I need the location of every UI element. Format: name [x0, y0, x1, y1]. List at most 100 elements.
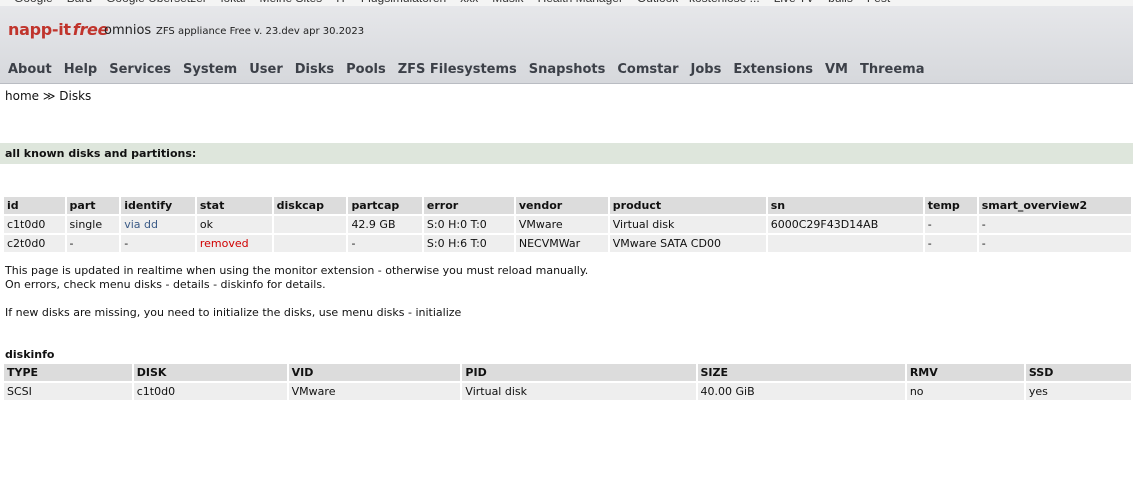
os-name: omnios: [104, 23, 152, 38]
nav-item-help[interactable]: Help: [64, 62, 97, 82]
diskinfo-cell-rmv: no: [906, 383, 1024, 400]
nav-item-zfs-filesystems[interactable]: ZFS Filesystems: [398, 62, 517, 82]
diskinfo-cell-ssd: yes: [1025, 383, 1131, 400]
disks-cell-sn: 6000C29F43D14AB: [767, 216, 923, 233]
disks-column-header: temp: [924, 197, 977, 214]
diskinfo-column-header: SIZE: [697, 364, 905, 381]
disks-column-header: product: [609, 197, 766, 214]
bookmark-item[interactable]: Live TV: [774, 0, 814, 5]
note-realtime: This page is updated in realtime when us…: [5, 264, 589, 277]
bookmark-item[interactable]: Google: [14, 0, 53, 5]
disks-column-header: smart_overview2: [978, 197, 1131, 214]
version-label: ZFS appliance Free v. 23.dev apr 30.2023: [156, 26, 365, 37]
table-row: c2t0d0- - removed - S:0 H:6 T:0 NECVMWar VMwar…: [4, 235, 1131, 252]
breadcrumb: home ≫ Disks: [5, 89, 91, 103]
disks-column-header: sn: [767, 197, 923, 214]
disks-cell-sn: [767, 235, 923, 252]
napp-it-logo[interactable]: napp-it free: [8, 20, 108, 39]
disks-cell-diskcap: [273, 235, 347, 252]
diskinfo-cell-size: 40.00 GiB: [697, 383, 905, 400]
nav-item-system[interactable]: System: [183, 62, 237, 82]
disks-column-header: stat: [196, 197, 272, 214]
disks-cell-smart_overview2: -: [978, 216, 1131, 233]
diskinfo-table-header: TYPE DISK VID PID SIZE RMV SSD: [4, 364, 1131, 381]
section-title: all known disks and partitions:: [5, 147, 197, 160]
disks-cell-part: -: [66, 235, 120, 252]
nav-item-comstar[interactable]: Comstar: [617, 62, 678, 82]
diskinfo-column-header: DISK: [133, 364, 287, 381]
table-row: c1t0d0 single via dd ok 42.9 GB S:0 H:0 T:0 VM…: [4, 216, 1131, 233]
section-header: all known disks and partitions:: [0, 143, 1133, 164]
disks-column-header: diskcap: [273, 197, 347, 214]
bookmark-item[interactable]: bulls: [828, 0, 853, 5]
disks-table-body: c1t0d0 single via dd ok 42.9 GB S:0 H:0 T:0 VM…: [4, 216, 1131, 252]
disks-table: id part identify stat diskcap partcap error ven…: [2, 195, 1133, 254]
disks-cell-product: VMware SATA CD00: [609, 235, 766, 252]
disks-cell-id: c1t0d0: [4, 216, 65, 233]
diskinfo-table-body: SCSI c1t0d0 VMware Virtual disk 40.00 GiB no y…: [4, 383, 1131, 400]
disks-cell-vendor: VMware: [515, 216, 608, 233]
disks-cell-stat: ok: [196, 216, 272, 233]
nav-item-snapshots[interactable]: Snapshots: [529, 62, 606, 82]
disks-column-header: partcap: [348, 197, 422, 214]
table-row: SCSI c1t0d0 VMware Virtual disk 40.00 GiB no y…: [4, 383, 1131, 400]
disks-column-header: error: [423, 197, 514, 214]
diskinfo-title: diskinfo: [5, 348, 55, 361]
bookmarks-list: Google Bard Google Übersetzer lokal Meine Si…: [14, 0, 904, 5]
disks-cell-partcap: -: [348, 235, 422, 252]
diskinfo-column-header: TYPE: [4, 364, 132, 381]
bookmark-item[interactable]: Google Übersetzer: [106, 0, 207, 5]
disks-cell-smart_overview2: -: [978, 235, 1131, 252]
disks-cell-temp: -: [924, 216, 977, 233]
nav-item-about[interactable]: About: [8, 62, 52, 82]
nav-item-jobs[interactable]: Jobs: [691, 62, 722, 82]
diskinfo-column-header: VID: [288, 364, 461, 381]
disks-column-header: identify: [121, 197, 195, 214]
bookmark-item[interactable]: xxx: [460, 0, 478, 5]
diskinfo-cell-pid: Virtual disk: [462, 383, 696, 400]
disks-cell-stat: removed: [196, 235, 272, 252]
diskinfo-column-header: SSD: [1025, 364, 1131, 381]
brand-edition: free: [72, 20, 109, 39]
bookmark-item[interactable]: Health Manager: [538, 0, 623, 5]
nav-item-threema[interactable]: Threema: [860, 62, 925, 82]
bookmark-item[interactable]: Flugsimulatoren: [361, 0, 446, 5]
disks-cell-partcap: 42.9 GB: [348, 216, 422, 233]
nav-item-user[interactable]: User: [249, 62, 283, 82]
disks-cell-identify: -: [121, 235, 195, 252]
nav-item-extensions[interactable]: Extensions: [733, 62, 813, 82]
nav-item-vm[interactable]: VM: [825, 62, 848, 82]
disks-cell-vendor: NECVMWar: [515, 235, 608, 252]
bookmark-item[interactable]: Meine Sites: [259, 0, 322, 5]
disks-table-header: id part identify stat diskcap partcap error ven…: [4, 197, 1131, 214]
disks-cell-part: single: [66, 216, 120, 233]
breadcrumb-separator: ≫: [42, 89, 56, 103]
diskinfo-table: TYPE DISK VID PID SIZE RMV SSD SCSI c1t0d0 VMwar…: [2, 362, 1133, 402]
disks-cell-error: S:0 H:0 T:0: [423, 216, 514, 233]
note-errors: On errors, check menu disks - details - …: [5, 278, 326, 291]
nav-item-disks[interactable]: Disks: [295, 62, 334, 82]
bookmark-item[interactable]: Musik: [492, 0, 523, 5]
nav-item-pools[interactable]: Pools: [346, 62, 386, 82]
brand-name: napp-it: [8, 20, 71, 39]
bookmark-item[interactable]: Outlook - kostenlose ...: [637, 0, 760, 5]
app-header: napp-it free omnios ZFS appliance Free v.…: [0, 6, 1133, 84]
breadcrumb-home-link[interactable]: home: [5, 89, 39, 103]
disks-cell-id: c2t0d0: [4, 235, 65, 252]
bookmark-item[interactable]: lokal: [221, 0, 246, 5]
disks-column-header: id: [4, 197, 65, 214]
note-missing-disks: If new disks are missing, you need to in…: [5, 306, 462, 319]
bookmark-item[interactable]: Fest: [867, 0, 890, 5]
diskinfo-cell-disk: c1t0d0: [133, 383, 287, 400]
diskinfo-cell-vid: VMware: [288, 383, 461, 400]
nav-item-services[interactable]: Services: [109, 62, 171, 82]
identify-via-dd-link[interactable]: via dd: [121, 216, 195, 233]
bookmark-item[interactable]: Bard: [67, 0, 92, 5]
disks-column-header: part: [66, 197, 120, 214]
disks-column-header: vendor: [515, 197, 608, 214]
diskinfo-column-header: RMV: [906, 364, 1024, 381]
main-nav: About Help Services System User Disks Pools ZFS…: [0, 62, 937, 82]
disks-cell-product: Virtual disk: [609, 216, 766, 233]
bookmark-item[interactable]: IT: [336, 0, 347, 5]
diskinfo-cell-type: SCSI: [4, 383, 132, 400]
